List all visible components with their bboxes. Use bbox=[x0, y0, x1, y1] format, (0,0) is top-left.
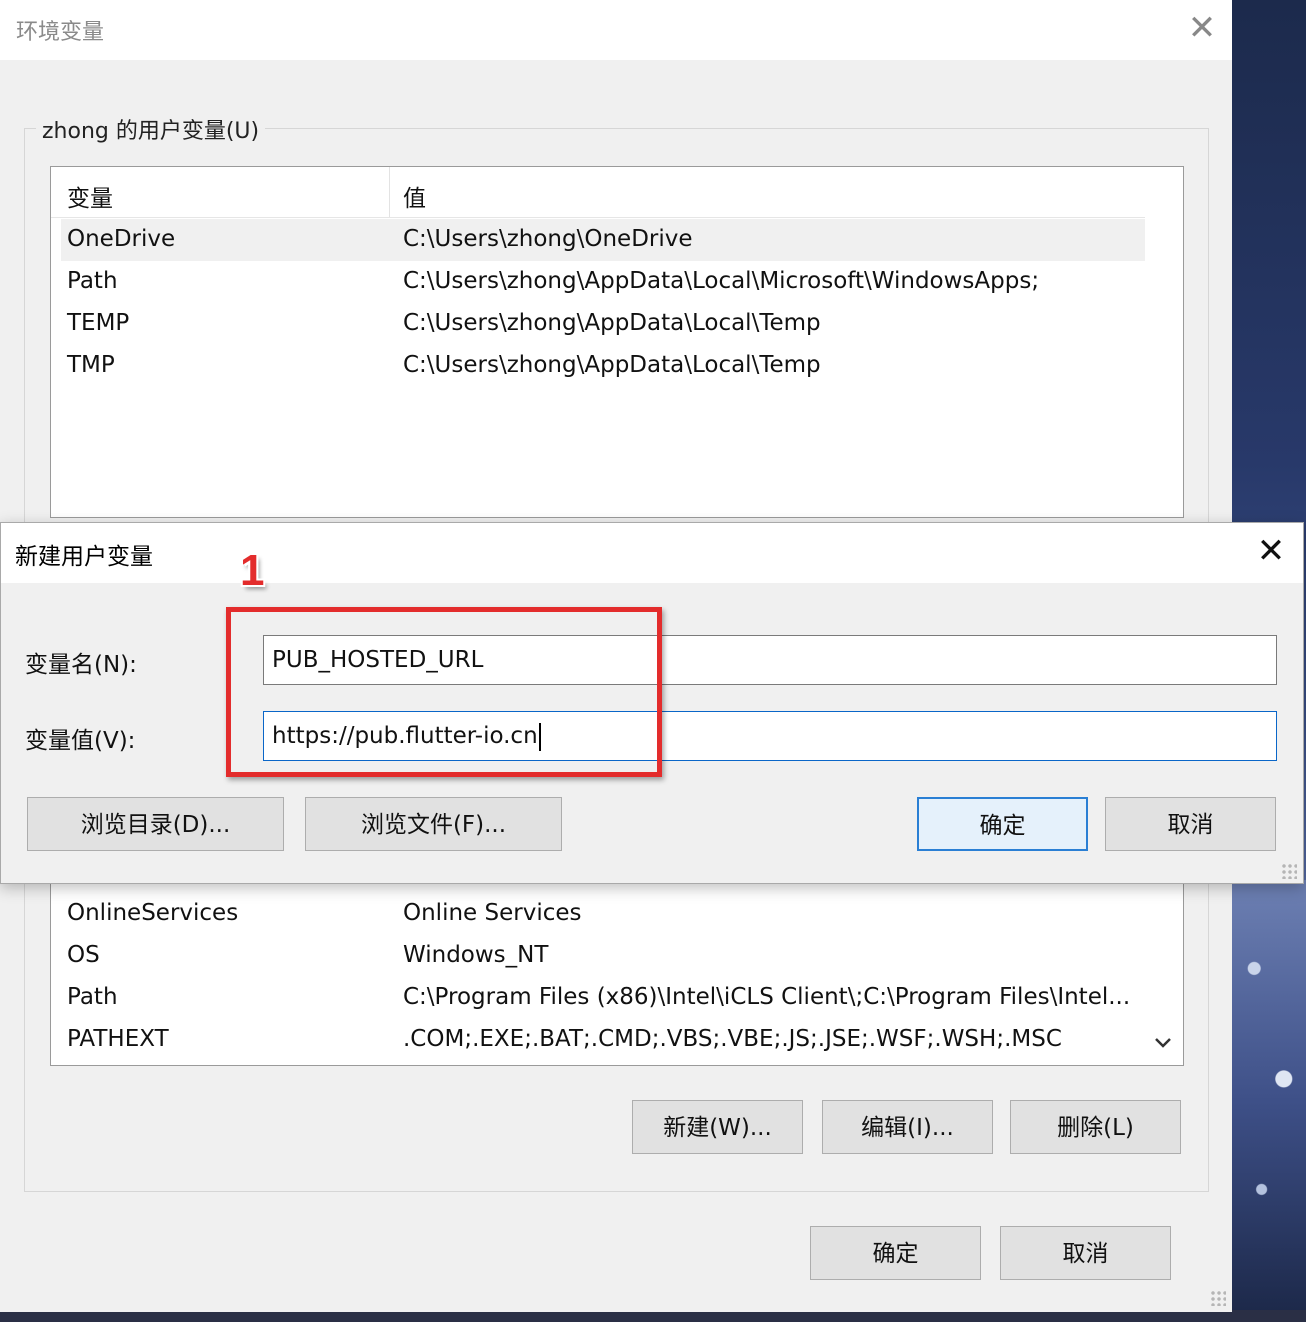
column-header-variable[interactable]: 变量 bbox=[67, 179, 113, 213]
browse-directory-button[interactable]: 浏览目录(D)... bbox=[27, 797, 284, 851]
table-row[interactable]: Path C:\Program Files (x86)\Intel\iCLS C… bbox=[61, 977, 1145, 1019]
scroll-down-chevron-icon[interactable] bbox=[1151, 1031, 1175, 1055]
main-ok-button[interactable]: 确定 bbox=[810, 1226, 981, 1280]
row-variable-value: C:\Users\zhong\AppData\Local\Microsoft\W… bbox=[403, 268, 1040, 294]
user-variables-list[interactable]: 变量 值 OneDrive C:\Users\zhong\OneDrive Pa… bbox=[50, 166, 1184, 518]
main-cancel-button[interactable]: 取消 bbox=[1000, 1226, 1171, 1280]
table-row[interactable]: TMP C:\Users\zhong\AppData\Local\Temp bbox=[61, 345, 1145, 387]
list-header: 变量 值 bbox=[51, 167, 1145, 218]
dialog-close-icon[interactable]: ✕ bbox=[1249, 531, 1293, 571]
annotation-highlight-box bbox=[226, 607, 662, 777]
dialog-resize-grip-icon[interactable] bbox=[1281, 863, 1297, 879]
desktop-wallpaper-scene bbox=[1232, 880, 1306, 1322]
delete-system-variable-button[interactable]: 删除(L) bbox=[1010, 1100, 1181, 1154]
variable-name-label: 变量名(N): bbox=[25, 652, 137, 678]
column-header-value[interactable]: 值 bbox=[403, 179, 426, 213]
main-window-title: 环境变量 bbox=[16, 20, 105, 45]
variable-value-label: 变量值(V): bbox=[25, 728, 136, 754]
window-resize-grip-icon[interactable] bbox=[1210, 1290, 1226, 1306]
table-row[interactable]: OnlineServices Online Services bbox=[61, 893, 1145, 935]
system-variables-list[interactable]: OnlineServices Online Services OS Window… bbox=[50, 882, 1184, 1066]
row-variable-name: TEMP bbox=[67, 310, 130, 336]
row-variable-name: PATHEXT bbox=[67, 1026, 169, 1052]
row-variable-value: C:\Users\zhong\AppData\Local\Temp bbox=[403, 310, 821, 336]
dialog-cancel-button[interactable]: 取消 bbox=[1105, 797, 1276, 851]
row-variable-value: C:\Users\zhong\AppData\Local\Temp bbox=[403, 352, 821, 378]
row-variable-name: Path bbox=[67, 984, 118, 1010]
row-variable-value: .COM;.EXE;.BAT;.CMD;.VBS;.VBE;.JS;.JSE;.… bbox=[403, 1026, 1062, 1052]
row-variable-value: C:\Users\zhong\OneDrive bbox=[403, 226, 693, 252]
row-variable-name: OS bbox=[67, 942, 100, 968]
annotation-step-number: 1 bbox=[240, 546, 265, 595]
edit-system-variable-button[interactable]: 编辑(I)... bbox=[822, 1100, 993, 1154]
table-row[interactable]: TEMP C:\Users\zhong\AppData\Local\Temp bbox=[61, 303, 1145, 345]
row-variable-name: Path bbox=[67, 268, 118, 294]
table-row[interactable]: OneDrive C:\Users\zhong\OneDrive bbox=[61, 219, 1145, 261]
row-variable-name: OneDrive bbox=[67, 226, 176, 252]
table-row[interactable]: OS Windows_NT bbox=[61, 935, 1145, 977]
dialog-title: 新建用户变量 bbox=[15, 544, 153, 570]
row-variable-value: Online Services bbox=[403, 900, 582, 926]
dialog-ok-button[interactable]: 确定 bbox=[917, 797, 1088, 851]
row-variable-value: Windows_NT bbox=[403, 942, 549, 968]
browse-file-button[interactable]: 浏览文件(F)... bbox=[305, 797, 562, 851]
main-close-icon[interactable]: ✕ bbox=[1180, 8, 1224, 48]
row-variable-value: C:\Program Files (x86)\Intel\iCLS Client… bbox=[403, 984, 1131, 1010]
dialog-titlebar: 新建用户变量 ✕ bbox=[1, 523, 1303, 583]
table-row[interactable]: PATHEXT .COM;.EXE;.BAT;.CMD;.VBS;.VBE;.J… bbox=[61, 1019, 1145, 1061]
main-titlebar: 环境变量 ✕ bbox=[0, 0, 1232, 60]
row-variable-name: OnlineServices bbox=[67, 900, 239, 926]
row-variable-name: TMP bbox=[67, 352, 115, 378]
user-variables-group-label: zhong 的用户变量(U) bbox=[36, 113, 266, 145]
column-divider[interactable] bbox=[389, 167, 390, 217]
new-system-variable-button[interactable]: 新建(W)... bbox=[632, 1100, 803, 1154]
table-row[interactable]: Path C:\Users\zhong\AppData\Local\Micros… bbox=[61, 261, 1145, 303]
